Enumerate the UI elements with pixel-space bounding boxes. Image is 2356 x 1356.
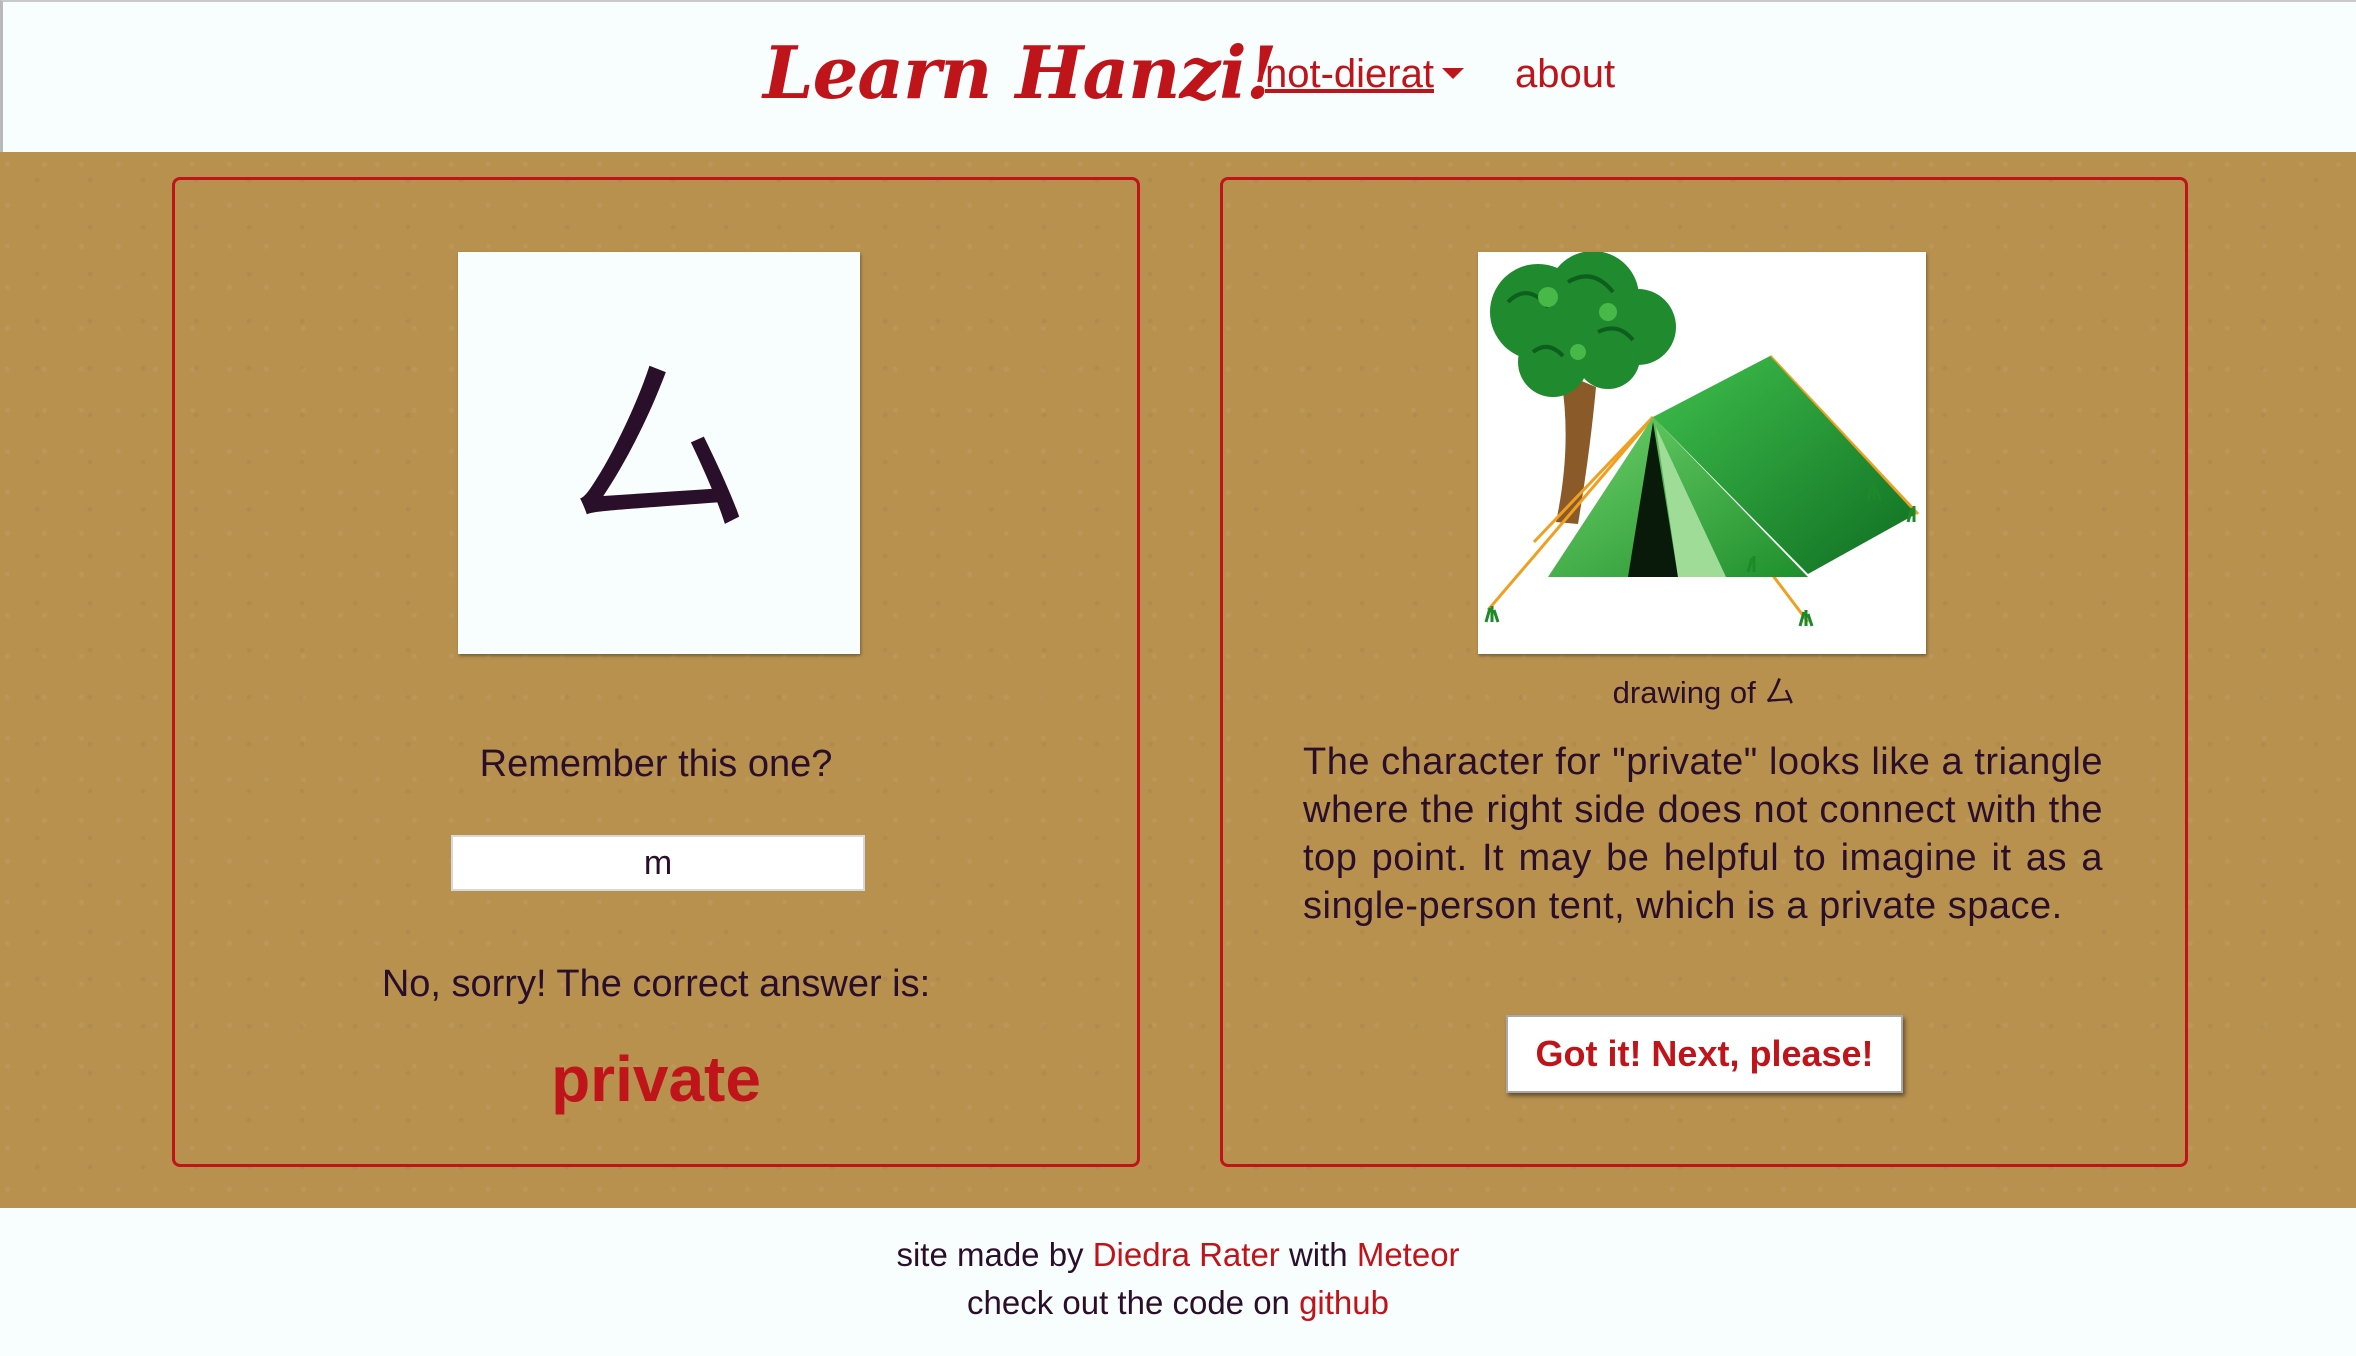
author-link[interactable]: Diedra Rater: [1093, 1236, 1280, 1273]
quiz-panel: 厶 Remember this one? No, sorry! The corr…: [172, 177, 1140, 1167]
site-footer: site made by Diedra Rater with Meteor ch…: [0, 1208, 2356, 1356]
footer-code: check out the code on github: [0, 1284, 2356, 1322]
tent-and-tree-illustration: [1484, 252, 1920, 627]
user-menu-dropdown[interactable]: not-dierat: [1265, 52, 1464, 97]
footer-made-by-text: site made by: [896, 1236, 1084, 1273]
github-link[interactable]: github: [1299, 1284, 1389, 1321]
site-logo[interactable]: Learn Hanzi!: [763, 30, 1277, 115]
about-link[interactable]: about: [1515, 52, 1615, 97]
answer-input[interactable]: [451, 835, 865, 891]
feedback-text: No, sorry! The correct answer is:: [381, 963, 931, 1005]
mnemonic-image: [1478, 252, 1926, 654]
mnemonic-explanation: The character for "private" looks like a…: [1303, 741, 2103, 927]
quiz-prompt: Remember this one?: [479, 743, 833, 785]
mnemonic-panel: drawing of 厶 The character for "private"…: [1220, 177, 2188, 1167]
footer-code-text: check out the code on: [967, 1284, 1290, 1321]
caret-down-icon: [1441, 67, 1464, 79]
meteor-link[interactable]: Meteor: [1357, 1236, 1460, 1273]
main-content: 厶 Remember this one? No, sorry! The corr…: [0, 152, 2356, 1208]
image-caption: drawing of 厶: [1612, 675, 1796, 710]
correct-answer: private: [551, 1043, 761, 1115]
footer-credits: site made by Diedra Rater with Meteor: [0, 1236, 2356, 1274]
footer-with-text: with: [1288, 1236, 1348, 1273]
user-menu-label: not-dierat: [1265, 52, 1434, 96]
hanzi-character: 厶: [563, 342, 754, 563]
character-card: 厶: [458, 252, 860, 654]
site-header: Learn Hanzi! not-dierat about: [0, 0, 2356, 152]
next-button[interactable]: Got it! Next, please!: [1506, 1015, 1903, 1093]
